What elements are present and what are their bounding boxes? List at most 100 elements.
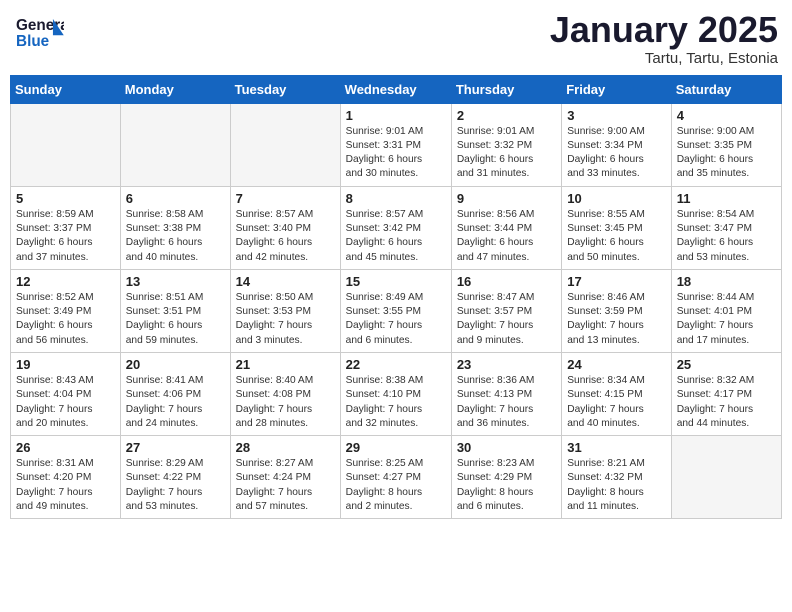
day-number: 3 (567, 108, 665, 123)
calendar-cell: 15 Sunrise: 8:49 AM Sunset: 3:55 PM Dayli… (340, 269, 451, 352)
calendar-week-1: 1Sunrise: 9:01 AM Sunset: 3:31 PM Daylig… (11, 103, 782, 186)
day-number: 12 (16, 274, 115, 289)
logo: General Blue (14, 10, 64, 55)
calendar-cell: 10 Sunrise: 8:55 AM Sunset: 3:45 PM Dayli… (562, 186, 671, 269)
weekday-header-saturday: Saturday (671, 75, 781, 103)
day-number: 26 (16, 440, 115, 455)
day-info: Sunrise: 8:21 AM Sunset: 4:32 PM Dayligh… (567, 457, 665, 514)
weekday-header-monday: Monday (120, 75, 230, 103)
day-number: 9 (457, 191, 556, 206)
calendar-cell: 1Sunrise: 9:01 AM Sunset: 3:31 PM Daylig… (340, 103, 451, 186)
calendar-week-4: 19Sunrise: 8:43 AM Sunset: 4:04 PM Dayli… (11, 352, 782, 435)
calendar-cell: 27 Sunrise: 8:29 AM Sunset: 4:22 PM Dayli… (120, 436, 230, 519)
calendar-week-5: 26Sunrise: 8:31 AM Sunset: 4:20 PM Dayli… (11, 436, 782, 519)
day-info: Sunrise: 8:49 AM Sunset: 3:55 PM Dayligh… (346, 291, 446, 348)
day-info: Sunrise: 8:57 AM Sunset: 3:40 PM Dayligh… (236, 208, 335, 265)
svg-text:Blue: Blue (16, 33, 49, 50)
weekday-header-tuesday: Tuesday (230, 75, 340, 103)
day-number: 13 (126, 274, 225, 289)
calendar-cell: 21 Sunrise: 8:40 AM Sunset: 4:08 PM Dayli… (230, 352, 340, 435)
weekday-header-row: SundayMondayTuesdayWednesdayThursdayFrid… (11, 75, 782, 103)
day-number: 7 (236, 191, 335, 206)
day-info: Sunrise: 8:27 AM Sunset: 4:24 PM Dayligh… (236, 457, 335, 514)
calendar-cell (230, 103, 340, 186)
day-number: 30 (457, 440, 556, 455)
day-info: Sunrise: 8:32 AM Sunset: 4:17 PM Dayligh… (677, 374, 776, 431)
title-block: January 2025 Tartu, Tartu, Estonia (550, 10, 778, 67)
calendar-cell: 13 Sunrise: 8:51 AM Sunset: 3:51 PM Dayli… (120, 269, 230, 352)
page-header: General Blue January 2025 Tartu, Tartu, … (10, 10, 782, 67)
day-info: Sunrise: 9:01 AM Sunset: 3:32 PM Dayligh… (457, 125, 556, 182)
calendar-cell: 11Sunrise: 8:54 AM Sunset: 3:47 PM Dayli… (671, 186, 781, 269)
day-number: 28 (236, 440, 335, 455)
calendar-cell: 17 Sunrise: 8:46 AM Sunset: 3:59 PM Dayli… (562, 269, 671, 352)
day-info: Sunrise: 8:25 AM Sunset: 4:27 PM Dayligh… (346, 457, 446, 514)
calendar-cell (671, 436, 781, 519)
calendar-cell: 24 Sunrise: 8:34 AM Sunset: 4:15 PM Dayli… (562, 352, 671, 435)
day-number: 25 (677, 357, 776, 372)
day-number: 23 (457, 357, 556, 372)
day-number: 6 (126, 191, 225, 206)
calendar-table: SundayMondayTuesdayWednesdayThursdayFrid… (10, 75, 782, 520)
day-number: 11 (677, 191, 776, 206)
day-number: 10 (567, 191, 665, 206)
calendar-cell: 30 Sunrise: 8:23 AM Sunset: 4:29 PM Dayli… (451, 436, 561, 519)
day-info: Sunrise: 8:57 AM Sunset: 3:42 PM Dayligh… (346, 208, 446, 265)
day-number: 24 (567, 357, 665, 372)
day-info: Sunrise: 8:36 AM Sunset: 4:13 PM Dayligh… (457, 374, 556, 431)
day-number: 29 (346, 440, 446, 455)
day-info: Sunrise: 8:46 AM Sunset: 3:59 PM Dayligh… (567, 291, 665, 348)
day-info: Sunrise: 8:50 AM Sunset: 3:53 PM Dayligh… (236, 291, 335, 348)
day-number: 27 (126, 440, 225, 455)
logo-icon: General Blue (14, 10, 64, 55)
day-info: Sunrise: 8:47 AM Sunset: 3:57 PM Dayligh… (457, 291, 556, 348)
calendar-cell: 2 Sunrise: 9:01 AM Sunset: 3:32 PM Daylig… (451, 103, 561, 186)
day-info: Sunrise: 8:51 AM Sunset: 3:51 PM Dayligh… (126, 291, 225, 348)
location: Tartu, Tartu, Estonia (550, 50, 778, 67)
calendar-cell (120, 103, 230, 186)
day-info: Sunrise: 8:58 AM Sunset: 3:38 PM Dayligh… (126, 208, 225, 265)
day-info: Sunrise: 8:34 AM Sunset: 4:15 PM Dayligh… (567, 374, 665, 431)
day-number: 18 (677, 274, 776, 289)
calendar-cell: 6 Sunrise: 8:58 AM Sunset: 3:38 PM Daylig… (120, 186, 230, 269)
day-number: 15 (346, 274, 446, 289)
day-number: 4 (677, 108, 776, 123)
calendar-cell: 20 Sunrise: 8:41 AM Sunset: 4:06 PM Dayli… (120, 352, 230, 435)
calendar-cell (11, 103, 121, 186)
day-number: 5 (16, 191, 115, 206)
calendar-cell: 14 Sunrise: 8:50 AM Sunset: 3:53 PM Dayli… (230, 269, 340, 352)
day-info: Sunrise: 8:40 AM Sunset: 4:08 PM Dayligh… (236, 374, 335, 431)
day-info: Sunrise: 8:52 AM Sunset: 3:49 PM Dayligh… (16, 291, 115, 348)
day-info: Sunrise: 8:29 AM Sunset: 4:22 PM Dayligh… (126, 457, 225, 514)
day-info: Sunrise: 8:44 AM Sunset: 4:01 PM Dayligh… (677, 291, 776, 348)
month-title: January 2025 (550, 10, 778, 50)
calendar-cell: 26Sunrise: 8:31 AM Sunset: 4:20 PM Dayli… (11, 436, 121, 519)
weekday-header-sunday: Sunday (11, 75, 121, 103)
weekday-header-wednesday: Wednesday (340, 75, 451, 103)
day-info: Sunrise: 8:55 AM Sunset: 3:45 PM Dayligh… (567, 208, 665, 265)
calendar-cell: 5Sunrise: 8:59 AM Sunset: 3:37 PM Daylig… (11, 186, 121, 269)
calendar-week-3: 12 Sunrise: 8:52 AM Sunset: 3:49 PM Dayli… (11, 269, 782, 352)
day-number: 1 (346, 108, 446, 123)
day-number: 8 (346, 191, 446, 206)
day-info: Sunrise: 8:56 AM Sunset: 3:44 PM Dayligh… (457, 208, 556, 265)
day-number: 21 (236, 357, 335, 372)
day-number: 14 (236, 274, 335, 289)
calendar-cell: 4 Sunrise: 9:00 AM Sunset: 3:35 PM Daylig… (671, 103, 781, 186)
day-info: Sunrise: 8:23 AM Sunset: 4:29 PM Dayligh… (457, 457, 556, 514)
day-info: Sunrise: 8:43 AM Sunset: 4:04 PM Dayligh… (16, 374, 115, 431)
day-number: 20 (126, 357, 225, 372)
calendar-week-2: 5Sunrise: 8:59 AM Sunset: 3:37 PM Daylig… (11, 186, 782, 269)
day-info: Sunrise: 8:41 AM Sunset: 4:06 PM Dayligh… (126, 374, 225, 431)
calendar-cell: 8 Sunrise: 8:57 AM Sunset: 3:42 PM Daylig… (340, 186, 451, 269)
calendar-cell: 3 Sunrise: 9:00 AM Sunset: 3:34 PM Daylig… (562, 103, 671, 186)
day-info: Sunrise: 9:00 AM Sunset: 3:34 PM Dayligh… (567, 125, 665, 182)
day-info: Sunrise: 8:38 AM Sunset: 4:10 PM Dayligh… (346, 374, 446, 431)
day-info: Sunrise: 9:00 AM Sunset: 3:35 PM Dayligh… (677, 125, 776, 182)
calendar-cell: 7 Sunrise: 8:57 AM Sunset: 3:40 PM Daylig… (230, 186, 340, 269)
weekday-header-friday: Friday (562, 75, 671, 103)
calendar-cell: 23 Sunrise: 8:36 AM Sunset: 4:13 PM Dayli… (451, 352, 561, 435)
day-number: 2 (457, 108, 556, 123)
calendar-cell: 12 Sunrise: 8:52 AM Sunset: 3:49 PM Dayli… (11, 269, 121, 352)
day-number: 17 (567, 274, 665, 289)
